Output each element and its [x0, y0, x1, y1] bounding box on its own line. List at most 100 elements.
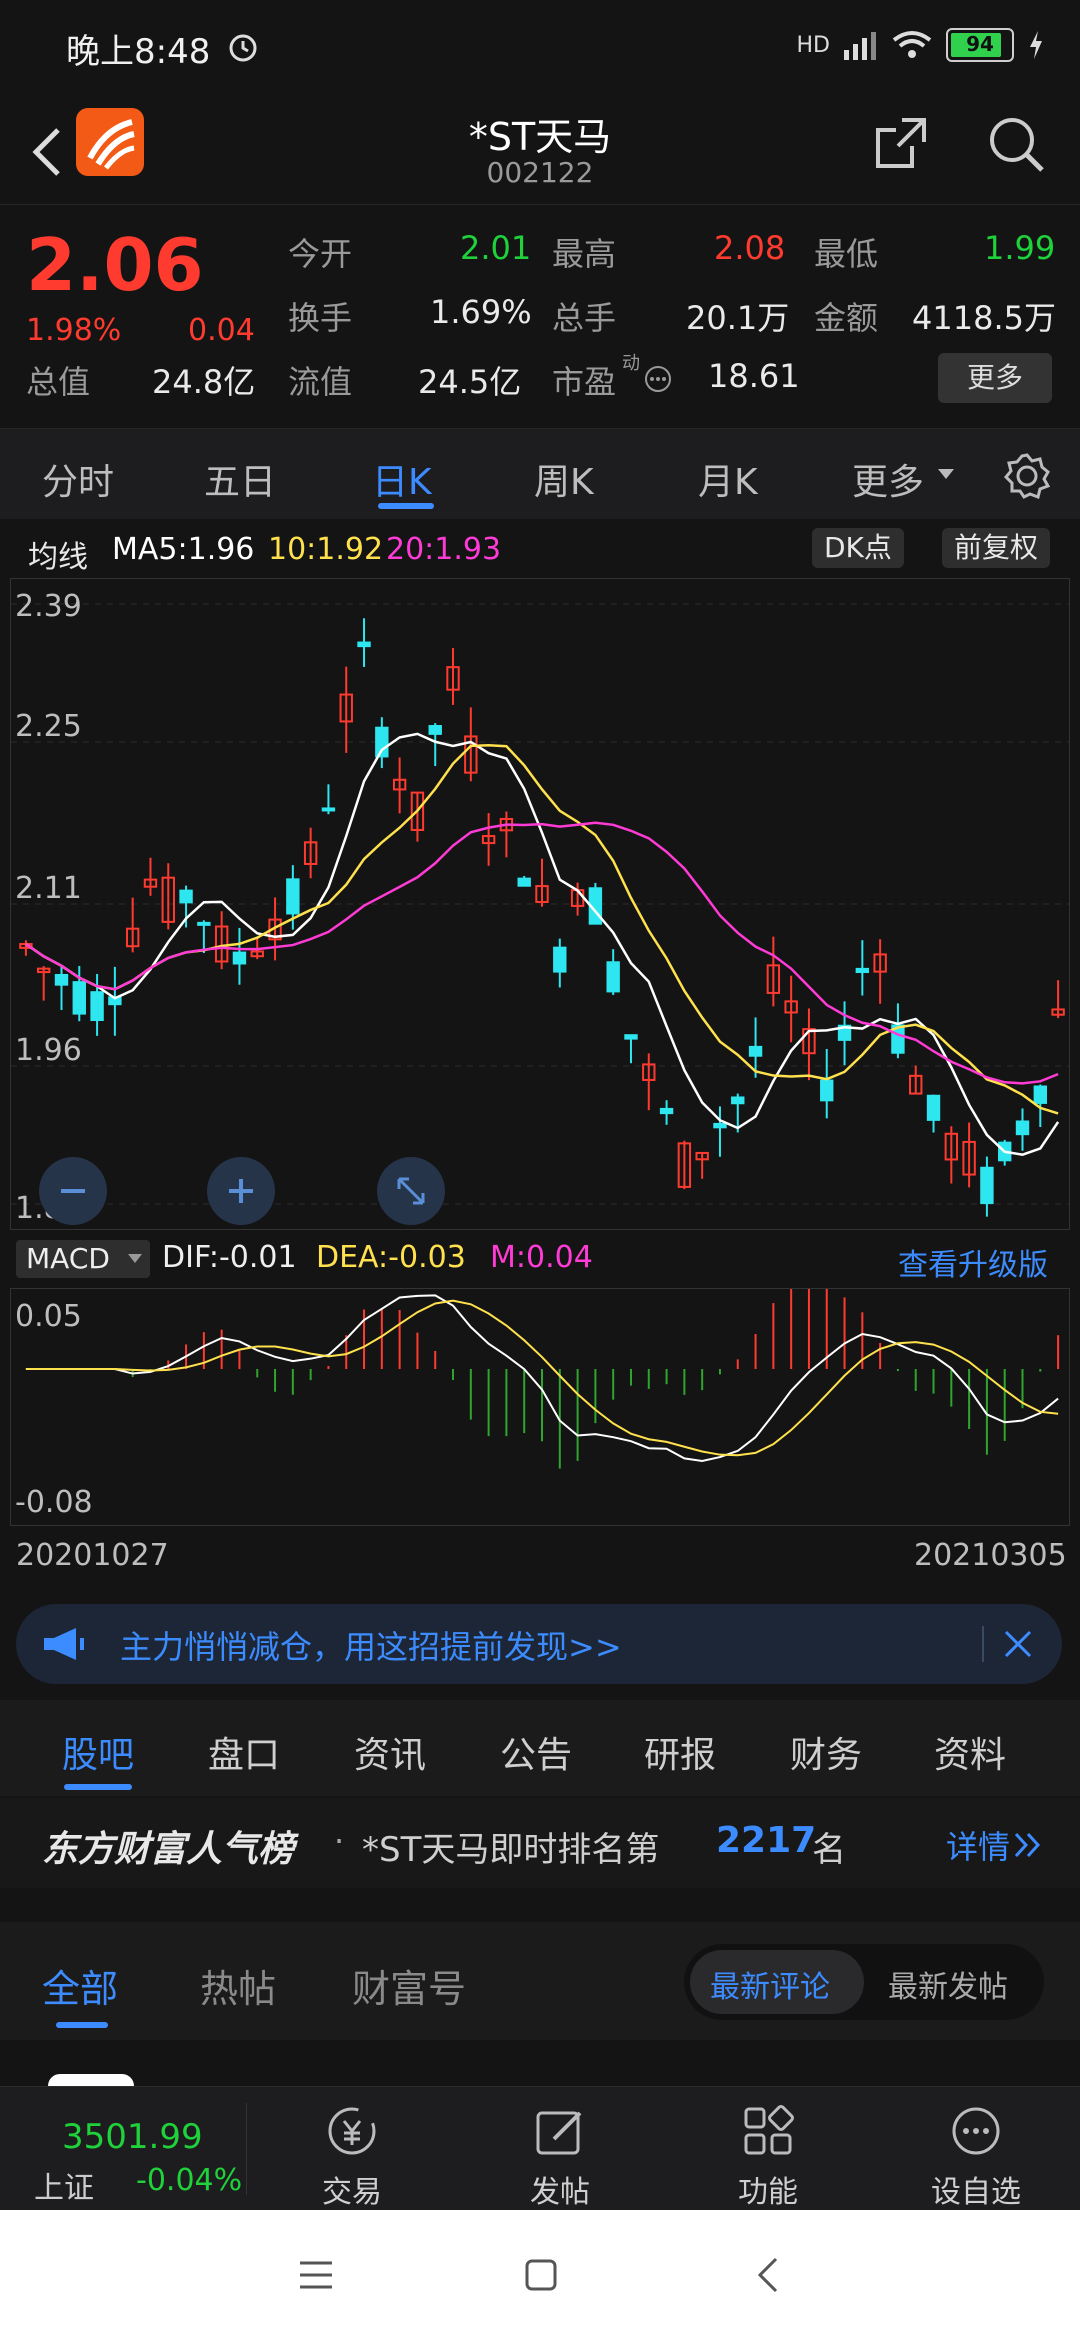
- active-tab-indicator: [378, 503, 434, 509]
- tab-weekly-k[interactable]: 周K: [534, 453, 594, 505]
- adjust-button[interactable]: 前复权: [942, 528, 1051, 568]
- home-icon[interactable]: [524, 2258, 558, 2292]
- gear-icon[interactable]: [1002, 451, 1052, 501]
- index-widget[interactable]: 3501.99 上证 -0.04%: [0, 2087, 246, 2211]
- double-chevron-right-icon: [1014, 1832, 1041, 1858]
- nav-watchlist-label: 设自选: [931, 2175, 1021, 2210]
- zoom-out-button[interactable]: [39, 1157, 107, 1225]
- candle-body: [197, 921, 211, 926]
- macd-tick-top: 0.05: [15, 1299, 82, 1334]
- avatar: [48, 2074, 134, 2086]
- share-icon[interactable]: [872, 114, 930, 172]
- tab-five-day[interactable]: 五日: [204, 453, 276, 505]
- index-name: 上证: [34, 2171, 94, 2206]
- kline-chart[interactable]: 2.39 2.25 2.11 1.96 1.82: [10, 578, 1070, 1230]
- info-icon[interactable]: [644, 365, 672, 393]
- high-label: 最高: [552, 235, 617, 273]
- grid-icon: [744, 2105, 794, 2155]
- nav-watchlist[interactable]: 设自选: [916, 2103, 1036, 2211]
- news-tabs: 股吧 盘口 资讯 公告 研报 财务 资料: [0, 1700, 1080, 1796]
- totalcap-value: 24.8亿: [152, 363, 256, 401]
- low-label: 最低: [814, 235, 879, 273]
- sort-toggle: 最新评论 最新发帖: [684, 1944, 1044, 2020]
- active-sub-tab-indicator: [56, 2022, 108, 2028]
- tab-more[interactable]: 更多: [852, 453, 924, 505]
- menu-icon[interactable]: [298, 2260, 334, 2290]
- volume-label: 总手: [552, 299, 617, 337]
- ma5-line: [25, 732, 1060, 1156]
- chart-period-tabs: 分时 五日 日K 周K 月K 更多: [0, 428, 1080, 519]
- rank-suffix: 名: [812, 1830, 846, 1870]
- tab-yanbao[interactable]: 研报: [644, 1726, 716, 1778]
- tab-pankou[interactable]: 盘口: [208, 1726, 280, 1778]
- index-value: 3501.99: [62, 2117, 203, 2157]
- divider: [982, 1626, 984, 1662]
- candle-body: [624, 1034, 638, 1040]
- candle-body: [553, 946, 567, 973]
- tab-ziliao[interactable]: 资料: [934, 1726, 1006, 1778]
- nav-trade[interactable]: 交易: [292, 2103, 412, 2211]
- nav-post[interactable]: 发帖: [500, 2103, 620, 2211]
- tab-caifuhao[interactable]: 财富号: [352, 1958, 466, 2013]
- tab-gonggao[interactable]: 公告: [500, 1726, 572, 1778]
- tab-all[interactable]: 全部: [42, 1958, 118, 2013]
- tab-guba[interactable]: 股吧: [62, 1726, 134, 1778]
- ma5-value: MA5:1.96: [112, 532, 255, 567]
- candle-body: [90, 991, 104, 1022]
- post-filter-tabs: 全部 热帖 财富号 最新评论 最新发帖: [0, 1922, 1080, 2040]
- candle-body: [820, 1079, 834, 1102]
- tab-zixun[interactable]: 资讯: [354, 1726, 426, 1778]
- m-value: M:0.04: [490, 1240, 593, 1275]
- candle-body: [713, 1122, 727, 1129]
- candle-body: [926, 1094, 941, 1121]
- candle-body: [428, 725, 442, 735]
- y-tick-3: 2.11: [15, 871, 82, 906]
- battery-icon: 94: [946, 28, 1014, 62]
- ma20-value: 20:1.93: [386, 532, 502, 567]
- volume-value: 20.1万: [686, 299, 790, 337]
- pe-value: 18.61: [708, 357, 800, 395]
- network-label: HD: [796, 32, 830, 58]
- nav-trade-label: 交易: [322, 2175, 382, 2210]
- search-icon[interactable]: [986, 114, 1046, 174]
- candle-body: [54, 973, 69, 986]
- dk-point-button[interactable]: DK点: [812, 528, 904, 568]
- stock-header: *ST天马 002122: [0, 100, 1080, 204]
- system-back-icon[interactable]: [756, 2256, 780, 2294]
- macd-chart[interactable]: 0.05 -0.08: [10, 1288, 1070, 1526]
- y-tick-2: 2.25: [15, 709, 82, 744]
- candle-body: [980, 1166, 994, 1205]
- ma-label: 均线: [28, 540, 88, 575]
- start-date: 20201027: [16, 1538, 169, 1573]
- rank-detail-link[interactable]: 详情: [946, 1822, 1010, 1868]
- amount-label: 金额: [814, 299, 879, 337]
- floatcap-label: 流值: [288, 363, 353, 401]
- y-tick-1: 2.39: [15, 589, 82, 624]
- more-button[interactable]: 更多: [938, 353, 1052, 403]
- sort-latest-comment[interactable]: 最新评论: [710, 1962, 830, 2006]
- macd-selector[interactable]: MACD: [16, 1240, 150, 1278]
- nav-functions[interactable]: 功能: [708, 2103, 828, 2211]
- promo-banner[interactable]: 主力悄悄减仓，用这招提前发现>>: [16, 1604, 1062, 1684]
- rank-brand: 东方财富人气榜: [42, 1829, 295, 1870]
- index-change: -0.04%: [136, 2163, 243, 2198]
- tab-hot[interactable]: 热帖: [200, 1958, 276, 2013]
- close-icon[interactable]: [1002, 1628, 1034, 1660]
- plus-icon: [229, 1179, 253, 1203]
- fullscreen-button[interactable]: [377, 1157, 445, 1225]
- open-value: 2.01: [460, 229, 532, 267]
- zoom-in-button[interactable]: [207, 1157, 275, 1225]
- tab-fenshi[interactable]: 分时: [42, 453, 114, 505]
- ma10-line: [25, 744, 1059, 1115]
- tab-daily-k[interactable]: 日K: [372, 453, 432, 505]
- upgrade-link[interactable]: 查看升级版: [898, 1240, 1048, 1284]
- megaphone-icon: [44, 1628, 84, 1660]
- candle-body: [321, 807, 336, 812]
- tab-caiwu[interactable]: 财务: [790, 1726, 862, 1778]
- sort-latest-post[interactable]: 最新发帖: [888, 1962, 1008, 2006]
- nav-post-label: 发帖: [530, 2175, 590, 2210]
- popularity-rank[interactable]: 东方财富人气榜 · *ST天马即时排名第 2217 名 详情: [0, 1798, 1080, 1888]
- expand-icon: [397, 1177, 425, 1205]
- tab-monthly-k[interactable]: 月K: [698, 453, 758, 505]
- open-label: 今开: [288, 235, 353, 273]
